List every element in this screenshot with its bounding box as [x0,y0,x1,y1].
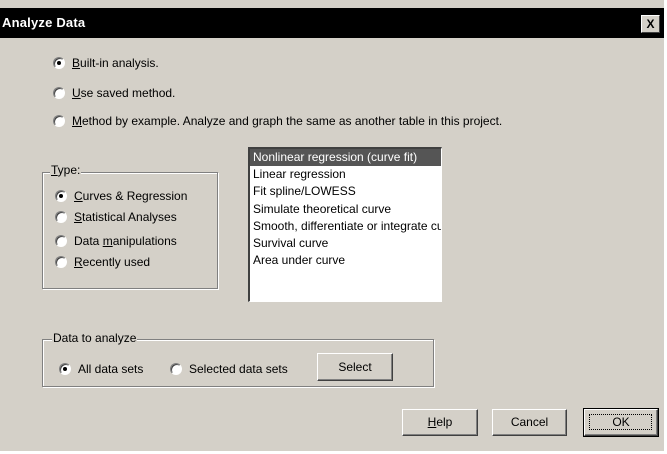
radio-all-data-sets[interactable]: All data sets [59,360,143,378]
radio-label: Selected data sets [189,362,288,376]
analysis-listbox[interactable]: Nonlinear regression (curve fit) Linear … [248,147,442,302]
radio-indicator[interactable] [55,190,67,202]
title-bar[interactable]: Analyze Data X [0,8,664,38]
select-button-label: Select [338,360,372,374]
cancel-button[interactable]: Cancel [492,409,567,436]
radio-statistical-analyses[interactable]: Statistical Analyses [55,208,177,226]
type-group-legend: Type: [50,163,82,177]
list-item[interactable]: Smooth, differentiate or integrate curve [250,218,441,235]
radio-indicator[interactable] [55,235,67,247]
radio-use-saved-method[interactable]: Use saved method. [53,84,175,102]
list-item[interactable]: Area under curve [250,252,441,269]
radio-label: Built-in analysis. [72,56,159,70]
radio-label: Method by example. Analyze and graph the… [72,114,503,128]
radio-curves-regression[interactable]: Curves & Regression [55,187,187,205]
radio-indicator[interactable] [53,57,65,69]
radio-indicator[interactable] [55,256,67,268]
focus-rectangle [589,414,652,430]
radio-indicator[interactable] [59,363,71,375]
radio-label: Recently used [74,255,151,269]
data-group-legend: Data to analyze [52,331,138,345]
cancel-button-label: Cancel [510,415,549,429]
dialog-title: Analyze Data [2,15,86,30]
radio-recently-used[interactable]: Recently used [55,253,150,271]
radio-label: Data manipulations [74,234,177,248]
radio-label: Use saved method. [72,86,176,100]
radio-label: Statistical Analyses [74,210,177,224]
radio-data-manipulations[interactable]: Data manipulations [55,232,177,250]
radio-indicator[interactable] [55,211,67,223]
list-item[interactable]: Fit spline/LOWESS [250,183,441,200]
list-item[interactable]: Nonlinear regression (curve fit) [250,149,441,167]
radio-selected-data-sets[interactable]: Selected data sets [170,360,288,378]
help-button-label: Help [427,415,453,429]
radio-indicator[interactable] [53,115,65,127]
list-item[interactable]: Simulate theoretical curve [250,201,441,218]
help-button[interactable]: Help [402,409,478,436]
radio-label: Curves & Regression [74,189,188,203]
close-icon[interactable]: X [641,15,660,33]
radio-indicator[interactable] [170,363,182,375]
analyze-data-dialog: Analyze Data X Built-in analysis. Use sa… [0,0,664,451]
radio-indicator[interactable] [53,87,65,99]
ok-button[interactable]: OK [583,408,659,437]
list-item[interactable]: Linear regression [250,166,441,183]
select-button[interactable]: Select [317,353,393,381]
radio-method-by-example[interactable]: Method by example. Analyze and graph the… [53,112,502,130]
radio-builtin-analysis[interactable]: Built-in analysis. [53,54,159,72]
list-item[interactable]: Survival curve [250,235,441,252]
radio-label: All data sets [78,362,144,376]
